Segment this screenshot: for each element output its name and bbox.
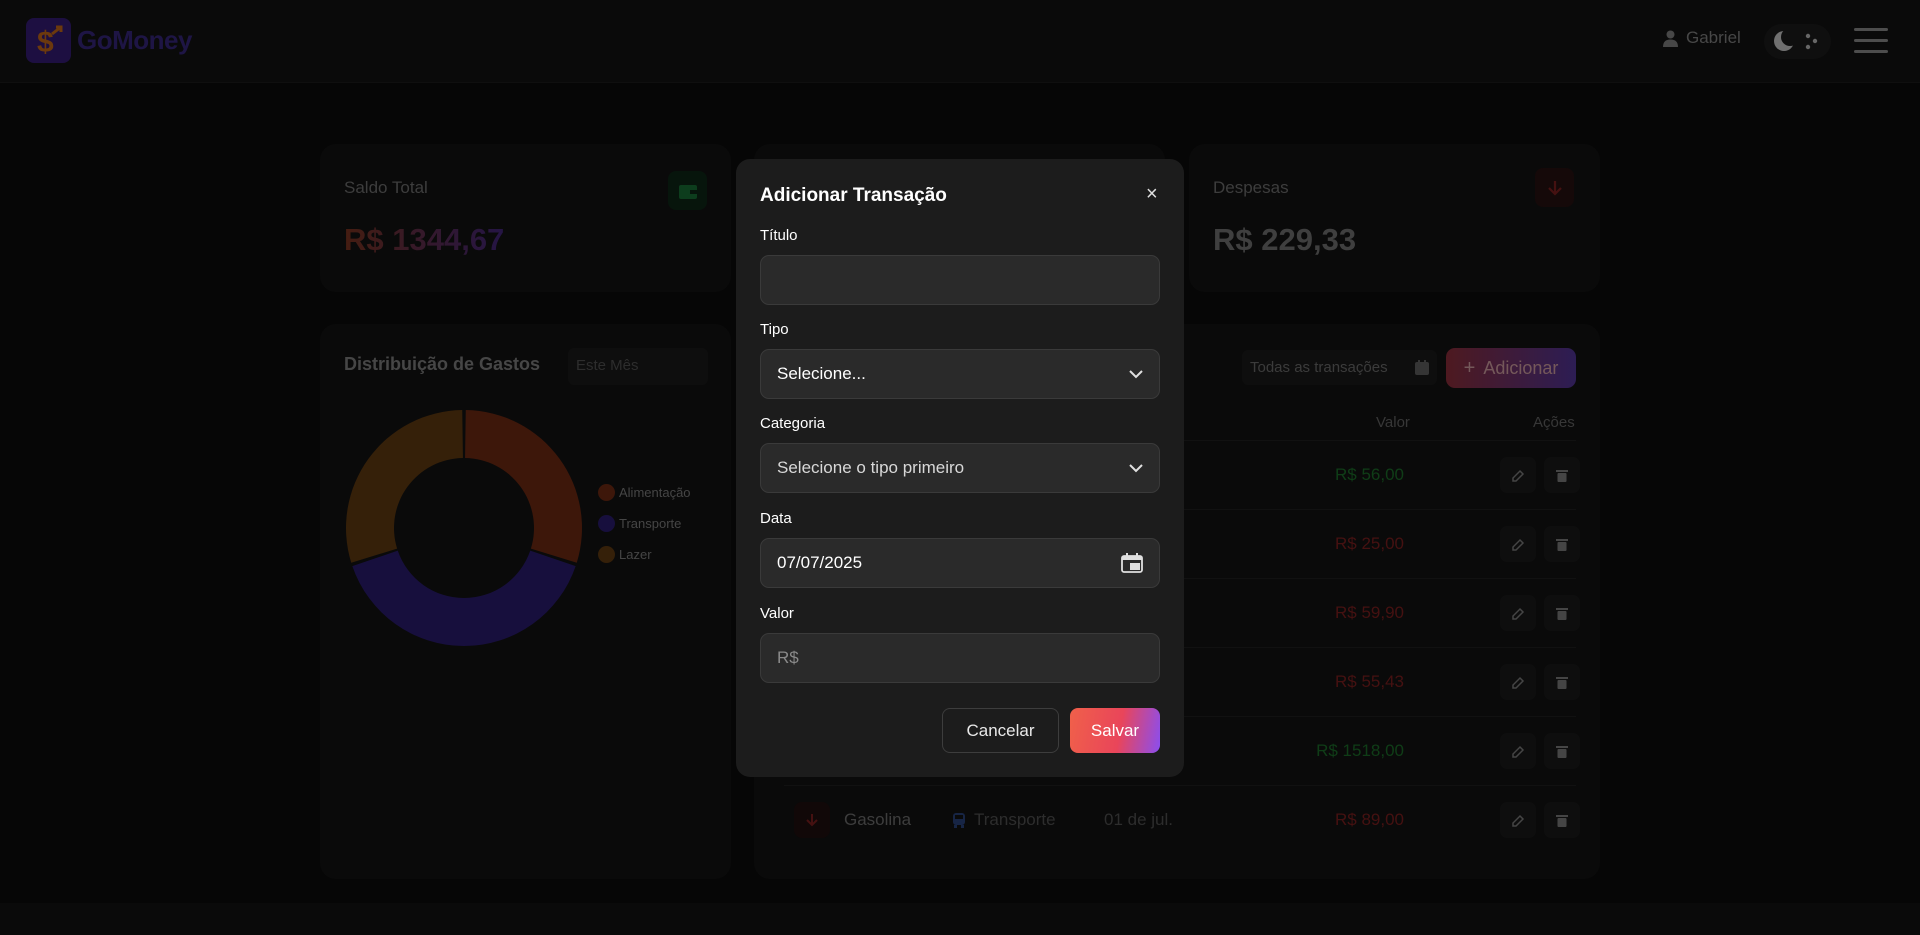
amount-label: Valor bbox=[760, 605, 794, 622]
amount-placeholder: R$ bbox=[777, 648, 799, 667]
title-label: Título bbox=[760, 227, 798, 244]
add-transaction-modal: Adicionar Transação × Título Tipo Seleci… bbox=[736, 159, 1184, 777]
save-button[interactable]: Salvar bbox=[1070, 708, 1160, 753]
type-label: Tipo bbox=[760, 321, 789, 338]
date-label: Data bbox=[760, 510, 792, 527]
type-select[interactable]: Selecione... bbox=[760, 349, 1160, 399]
amount-input[interactable]: R$ bbox=[760, 633, 1160, 683]
category-select-value: Selecione o tipo primeiro bbox=[777, 458, 965, 477]
type-select-value: Selecione... bbox=[777, 364, 866, 383]
calendar-icon[interactable] bbox=[1121, 553, 1143, 573]
date-input-value: 07/07/2025 bbox=[777, 553, 863, 572]
close-icon[interactable]: × bbox=[1146, 183, 1158, 206]
chevron-down-icon bbox=[1129, 369, 1143, 378]
cancel-button[interactable]: Cancelar bbox=[942, 708, 1059, 753]
category-label: Categoria bbox=[760, 415, 826, 432]
modal-title: Adicionar Transação bbox=[760, 185, 947, 206]
chevron-down-icon bbox=[1129, 463, 1143, 472]
date-input[interactable]: 07/07/2025 bbox=[760, 538, 1160, 588]
category-select[interactable]: Selecione o tipo primeiro bbox=[760, 443, 1160, 493]
title-input[interactable] bbox=[760, 255, 1160, 305]
